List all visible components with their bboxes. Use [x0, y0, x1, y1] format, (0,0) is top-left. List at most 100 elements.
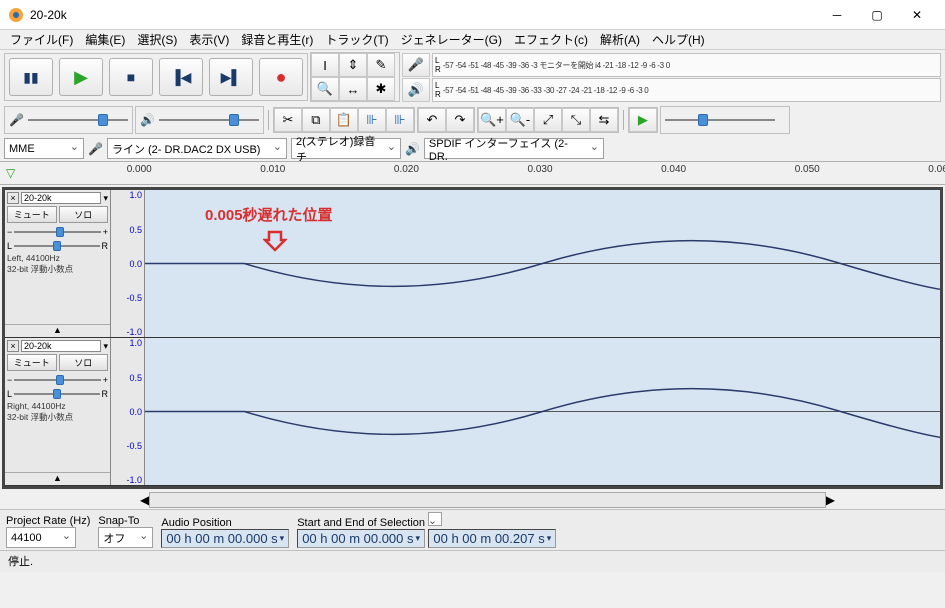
fit-proj-icon: ⤡ — [571, 112, 581, 128]
track-collapse-button[interactable]: ▲ — [5, 324, 110, 335]
timeline-head[interactable]: ▽ — [0, 162, 110, 184]
menu-help[interactable]: ヘルプ(H) — [646, 29, 711, 50]
audio-host-combo[interactable]: MME — [4, 138, 84, 159]
gain-slider[interactable] — [14, 231, 100, 233]
selection-start-field[interactable]: 00 h 00 m 00.000 s▾ — [297, 529, 425, 548]
menu-tracks[interactable]: トラック(T) — [319, 29, 394, 50]
pan-slider[interactable] — [14, 245, 99, 247]
project-rate-label: Project Rate (Hz) — [6, 515, 90, 527]
rec-volume-slider[interactable] — [28, 119, 128, 121]
timeline-ruler[interactable]: 0.000 0.010 0.020 0.030 0.040 0.050 0.06… — [110, 162, 945, 184]
maximize-button[interactable]: ▢ — [857, 0, 897, 30]
scroll-right-icon[interactable]: ▶ — [826, 493, 835, 507]
menu-effect[interactable]: エフェクト(c) — [508, 29, 594, 50]
waveform[interactable] — [145, 338, 940, 485]
silence-icon: ⊪ — [394, 112, 405, 128]
play-volume-box: 🔊 — [135, 106, 264, 134]
track-panel[interactable]: × 20-20k ▾ ミュート ソロ −+ LR Left, 44100Hz32… — [5, 190, 111, 337]
timeline[interactable]: ▽ 0.000 0.010 0.020 0.030 0.040 0.050 0.… — [0, 161, 945, 185]
silence-button[interactable]: ⊪ — [386, 108, 414, 132]
selection-mode-combo[interactable] — [428, 512, 442, 526]
redo-button[interactable]: ↷ — [446, 108, 474, 132]
timeshift-tool[interactable]: ↔ — [339, 77, 367, 101]
menu-view[interactable]: 表示(V) — [183, 29, 235, 50]
selection-toolbar: Project Rate (Hz) 44100 Snap-To オフ Audio… — [0, 509, 945, 550]
mute-button[interactable]: ミュート — [7, 354, 57, 371]
audio-position-field[interactable]: 00 h 00 m 00.000 s▾ — [161, 529, 289, 548]
fit-project-button[interactable]: ⤡ — [562, 108, 590, 132]
playback-speed-slider[interactable] — [665, 119, 775, 121]
track-close-button[interactable]: × — [7, 340, 19, 352]
menu-analyze[interactable]: 解析(A) — [594, 29, 646, 50]
pause-button[interactable]: ▮▮ — [9, 58, 53, 96]
chevron-down-icon[interactable]: ▾ — [103, 341, 108, 352]
chevron-down-icon[interactable]: ▾ — [103, 193, 108, 204]
input-device-combo[interactable]: ライン (2- DR.DAC2 DX USB) — [107, 138, 287, 159]
audio-position-label: Audio Position — [161, 517, 289, 529]
draw-tool[interactable]: ✎ — [367, 53, 395, 77]
menu-generate[interactable]: ジェネレーター(G) — [395, 29, 508, 50]
mic-icon: 🎤 — [88, 142, 103, 156]
gain-slider[interactable] — [14, 379, 100, 381]
envelope-tool[interactable]: ⇕ — [339, 53, 367, 77]
multi-tool[interactable]: ✱ — [367, 77, 395, 101]
vertical-scale[interactable]: 1.0 0.5 0.0 -0.5 -1.0 — [111, 190, 145, 337]
paste-button[interactable]: 📋 — [330, 108, 358, 132]
play-button[interactable]: ▶ — [59, 58, 103, 96]
menu-select[interactable]: 選択(S) — [131, 29, 183, 50]
rec-meter-toggle[interactable]: 🎤 — [402, 53, 430, 77]
trim-button[interactable]: ⊪ — [358, 108, 386, 132]
skip-start-icon: ▐◀ — [171, 69, 192, 86]
skip-start-button[interactable]: ▐◀ — [159, 58, 203, 96]
toolbar-row-1: ▮▮ ▶ ■ ▐◀ ▶▌ ● I ⇕ ✎ 🔍 ↔ ✱ 🎤 LR -57 -54 … — [0, 50, 945, 104]
solo-button[interactable]: ソロ — [59, 354, 109, 371]
fit-selection-button[interactable]: ⤢ — [534, 108, 562, 132]
project-rate-combo[interactable]: 44100 — [6, 527, 76, 548]
zoom-toggle-button[interactable]: ⇆ — [590, 108, 618, 132]
output-device-combo[interactable]: SPDIF インターフェイス (2- DR. — [424, 138, 604, 159]
track-name[interactable]: 20-20k — [21, 192, 101, 204]
menu-record[interactable]: 録音と再生(r) — [235, 29, 319, 50]
rec-volume-box: 🎤 — [4, 106, 133, 134]
track-collapse-button[interactable]: ▲ — [5, 472, 110, 483]
close-button[interactable]: ✕ — [897, 0, 937, 30]
scroll-track[interactable] — [149, 492, 826, 508]
snap-to-combo[interactable]: オフ — [98, 527, 153, 548]
mute-button[interactable]: ミュート — [7, 206, 57, 223]
recording-meter[interactable]: LR -57 -54 -51 -48 -45 -39 -36 -3 モニターを開… — [432, 53, 941, 77]
play-volume-slider[interactable] — [159, 119, 259, 121]
zoom-out-button[interactable]: 🔍- — [506, 108, 534, 132]
undo-icon: ↶ — [426, 112, 437, 128]
input-channels-combo[interactable]: 2(ステレオ)録音チ — [291, 138, 401, 159]
menu-edit[interactable]: 編集(E) — [79, 29, 131, 50]
play-meter-toggle[interactable]: 🔊 — [402, 78, 430, 102]
selection-tool[interactable]: I — [311, 53, 339, 77]
zoom-tool[interactable]: 🔍 — [311, 77, 339, 101]
selection-end-field[interactable]: 00 h 00 m 00.207 s▾ — [428, 529, 556, 548]
speaker-icon: 🔊 — [405, 142, 420, 156]
undo-button[interactable]: ↶ — [418, 108, 446, 132]
record-button[interactable]: ● — [259, 58, 303, 96]
cut-button[interactable]: ✂ — [274, 108, 302, 132]
skip-end-button[interactable]: ▶▌ — [209, 58, 253, 96]
zoom-in-button[interactable]: 🔍+ — [478, 108, 506, 132]
track-close-button[interactable]: × — [7, 192, 19, 204]
tick: 0.010 — [260, 164, 285, 175]
play-at-speed-button[interactable]: ▶ — [629, 108, 657, 132]
solo-button[interactable]: ソロ — [59, 206, 109, 223]
stop-icon: ■ — [127, 69, 135, 85]
menu-file[interactable]: ファイル(F) — [4, 29, 79, 50]
minimize-button[interactable]: ─ — [817, 0, 857, 30]
horizontal-scrollbar[interactable]: ◀ ▶ — [0, 491, 945, 509]
track-panel[interactable]: × 20-20k ▾ ミュート ソロ −+ LR Right, 44100Hz3… — [5, 338, 111, 485]
playback-meter[interactable]: LR -57 -54 -51 -48 -45 -39 -36 -33 -30 -… — [432, 78, 941, 102]
stop-button[interactable]: ■ — [109, 58, 153, 96]
waveform[interactable]: 0.005秒遅れた位置 — [145, 190, 940, 337]
track-name[interactable]: 20-20k — [21, 340, 101, 352]
statusbar: 停止. — [0, 550, 945, 572]
scroll-left-icon[interactable]: ◀ — [140, 493, 149, 507]
vertical-scale[interactable]: 1.0 0.5 0.0 -0.5 -1.0 — [111, 338, 145, 485]
pan-slider[interactable] — [14, 393, 99, 395]
track-row: × 20-20k ▾ ミュート ソロ −+ LR Right, 44100Hz3… — [5, 338, 940, 486]
copy-button[interactable]: ⧉ — [302, 108, 330, 132]
